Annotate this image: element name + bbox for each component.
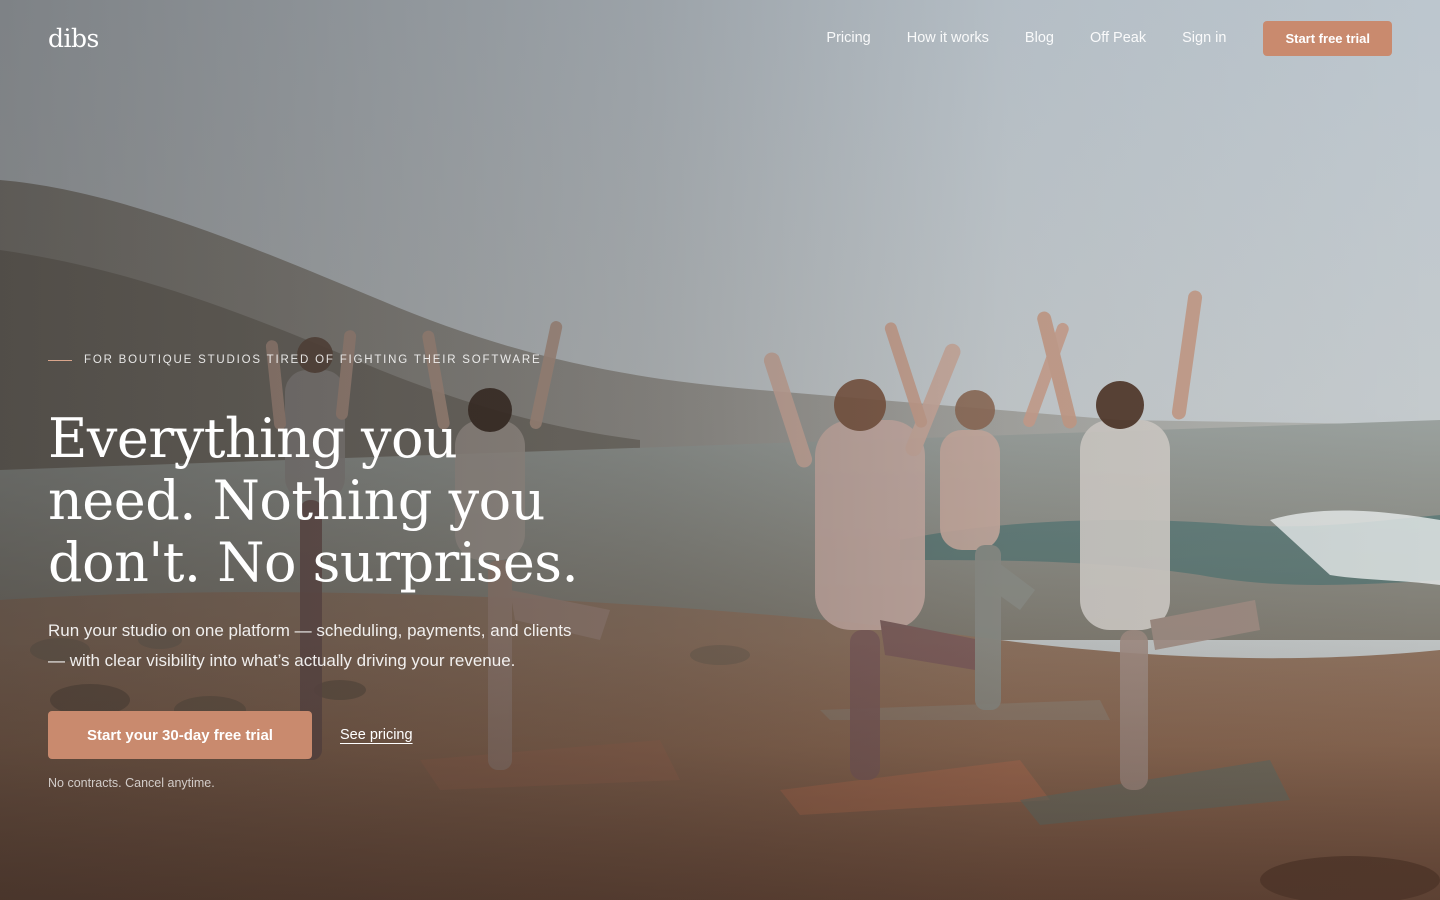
- nav-link-off-peak[interactable]: Off Peak: [1090, 30, 1146, 46]
- eyebrow-rule: [48, 359, 72, 361]
- cta-row: Start your 30-day free trial See pricing: [48, 711, 648, 759]
- fine-print: No contracts. Cancel anytime.: [48, 776, 215, 790]
- hero-content: FOR BOUTIQUE STUDIOS TIRED OF FIGHTING T…: [48, 350, 648, 790]
- nav-links: Pricing How it works Blog Off Peak Sign …: [790, 20, 1392, 56]
- nav-link-how-it-works[interactable]: How it works: [907, 30, 989, 46]
- nav-link-sign-in[interactable]: Sign in: [1182, 30, 1226, 46]
- nav-link-pricing[interactable]: Pricing: [826, 30, 870, 46]
- dibs-logo[interactable]: dibs: [48, 24, 99, 53]
- top-navbar: dibs Pricing How it works Blog Off Peak …: [0, 0, 1440, 76]
- eyebrow: FOR BOUTIQUE STUDIOS TIRED OF FIGHTING T…: [48, 350, 648, 370]
- hero-headline: Everything you need. Nothing you don't. …: [48, 407, 579, 594]
- hero-subhead: Run your studio on one platform — schedu…: [48, 621, 572, 670]
- start-30-day-trial-button[interactable]: Start your 30-day free trial: [48, 711, 312, 759]
- hero-section: dibs Pricing How it works Blog Off Peak …: [0, 0, 1440, 900]
- nav-link-blog[interactable]: Blog: [1025, 30, 1054, 46]
- see-pricing-link[interactable]: See pricing: [340, 727, 413, 743]
- eyebrow-text: FOR BOUTIQUE STUDIOS TIRED OF FIGHTING T…: [84, 354, 542, 366]
- start-free-trial-button[interactable]: Start free trial: [1263, 20, 1392, 56]
